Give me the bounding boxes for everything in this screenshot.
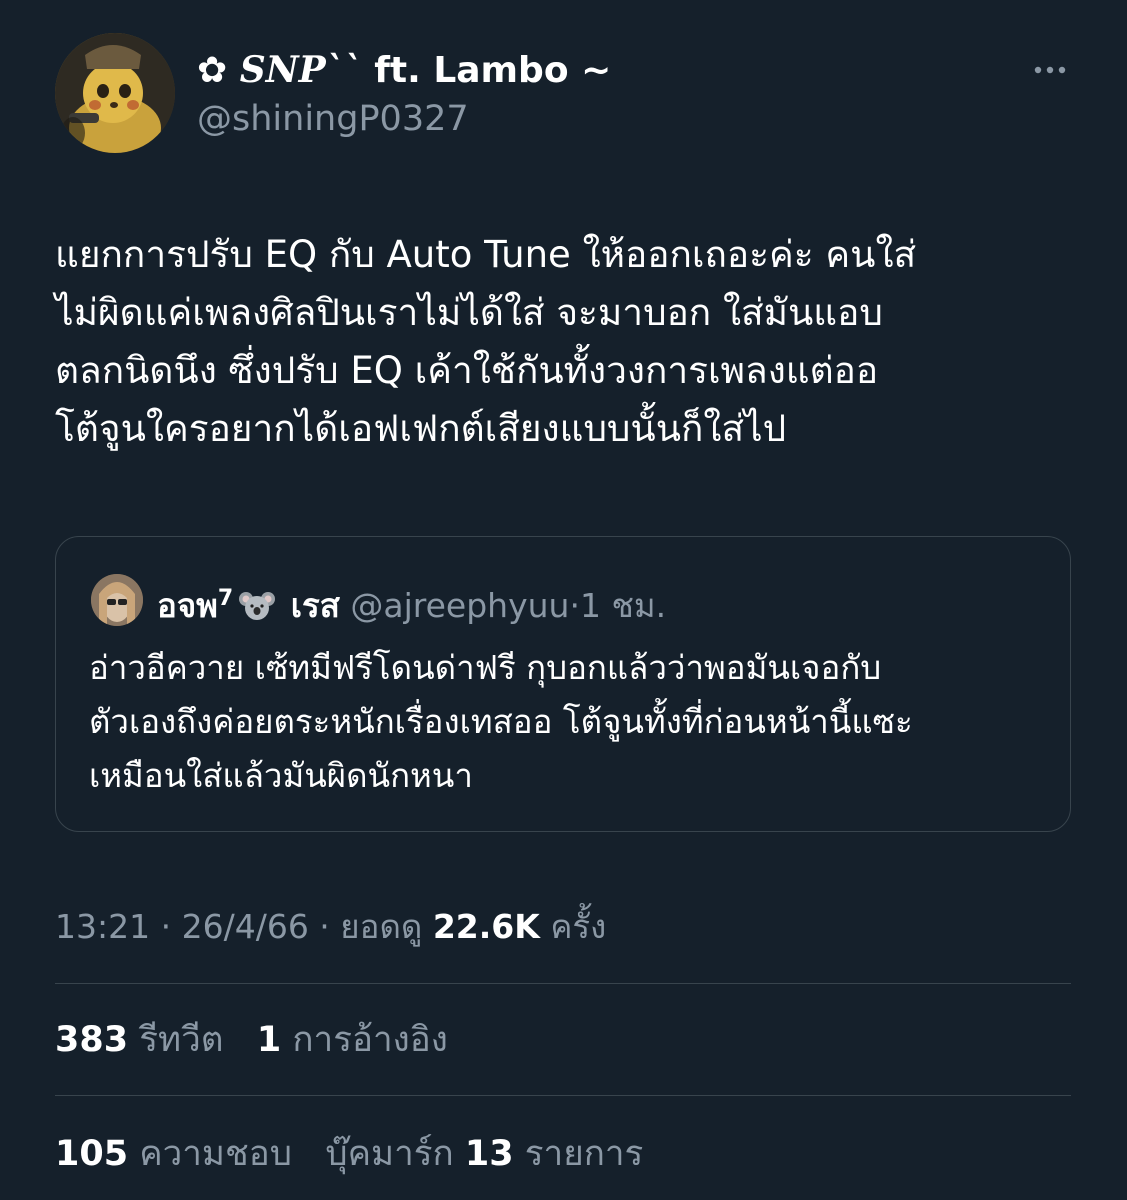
quote-author-name-superscript: 7 — [217, 586, 234, 611]
tweet-time[interactable]: 13:21 — [55, 907, 150, 946]
quote-text-line: เหมือนใส่แล้วมันผิดนักหนา — [89, 756, 473, 795]
quote-header: อจพ7 เรส @ajreephyuu·1 ชม. — [157, 577, 666, 628]
views-suffix: ครั้ง — [550, 907, 607, 946]
quote-timestamp[interactable]: 1 ชม. — [580, 586, 666, 625]
retweets-count: 383 — [55, 1020, 129, 1060]
quotes-stat[interactable]: 1 การอ้างอิง — [257, 1018, 448, 1062]
quote-text-line: ตัวเองถึงค่อยตระหนักเรื่องเทสออ โต้จูนทั… — [89, 702, 913, 741]
tweet-text-line: โต้จูนใครอยากได้เอฟเฟกต์เสียงแบบนั้นก็ใส… — [55, 407, 787, 450]
bookmarks-label: บุ๊คมาร์ก — [325, 1134, 454, 1174]
bookmarks-stat[interactable]: บุ๊คมาร์ก 13 รายการ — [325, 1132, 643, 1176]
tweet-detail: ✿ SNP`` ft. Lambo ~ @shiningP0327 แยกการ… — [0, 0, 1127, 1200]
bookmarks-suffix: รายการ — [524, 1134, 644, 1174]
retweets-stat[interactable]: 383 รีทวีต — [55, 1018, 223, 1062]
views-label: ยอดดู — [340, 907, 423, 946]
tweet-text-line: ตลกนิดนึง ซึ่งปรับ EQ เค้าใช้กันทั้งวงกา… — [55, 349, 879, 392]
tweet-text-line: แยกการปรับ EQ กับ Auto Tune ให้ออกเถอะค่… — [55, 233, 917, 276]
tweet-date[interactable]: 26/4/66 — [182, 907, 309, 946]
likes-count: 105 — [55, 1134, 129, 1174]
quotes-count: 1 — [256, 1020, 282, 1060]
display-name-flower-symbol: ✿ — [197, 50, 228, 91]
quote-author-handle[interactable]: @ajreephyuu — [350, 586, 569, 625]
display-name-styled-text: SNP`` — [239, 49, 362, 91]
quote-separator: · — [569, 586, 580, 625]
tweet-meta: 13:21 · 26/4/66 · ยอดดู 22.6K ครั้ง — [55, 905, 606, 949]
author-display-name[interactable]: ✿ SNP`` ft. Lambo ~ — [197, 48, 611, 93]
tweet-text-line: ไม่ผิดแค่เพลงศิลปินเราไม่ได้ใส่ จะมาบอก … — [55, 291, 883, 334]
quote-author-name-text: อจพ — [157, 586, 218, 625]
author-avatar-image — [55, 33, 175, 153]
divider — [55, 983, 1071, 984]
quoted-tweet[interactable]: อจพ7 เรส @ajreephyuu·1 ชม. อ่าวอีควาย เซ… — [55, 536, 1071, 832]
likes-stat[interactable]: 105 ความชอบ — [55, 1132, 292, 1176]
meta-separator: · — [308, 907, 341, 946]
likes-label: ความชอบ — [139, 1134, 292, 1174]
quote-avatar-image — [91, 574, 143, 626]
bookmarks-count: 13 — [464, 1134, 514, 1174]
more-horizontal-icon[interactable] — [1030, 58, 1070, 82]
stats-row-likes: 105 ความชอบ บุ๊คมาร์ก 13 รายการ — [55, 1132, 643, 1176]
retweets-label: รีทวีต — [139, 1020, 224, 1060]
tweet-text: แยกการปรับ EQ กับ Auto Tune ให้ออกเถอะค่… — [55, 226, 1075, 458]
quote-author-name-suffix: เรส — [290, 586, 340, 625]
quotes-label: การอ้างอิง — [292, 1020, 448, 1060]
koala-emoji-icon — [239, 590, 276, 622]
quote-author-name[interactable]: อจพ7 เรส — [157, 586, 340, 625]
quote-author-avatar[interactable] — [91, 574, 143, 626]
stats-row-retweets: 383 รีทวีต 1 การอ้างอิง — [55, 1018, 448, 1062]
views-count: 22.6K — [432, 907, 540, 946]
author-handle[interactable]: @shiningP0327 — [197, 97, 469, 141]
display-name-rest: ft. Lambo ~ — [361, 50, 612, 91]
quote-text: อ่าวอีควาย เซ้ทมีฟรีโดนด่าฟรี กุบอกแล้วว… — [89, 641, 1049, 803]
meta-separator: · — [150, 907, 182, 946]
author-avatar[interactable] — [55, 33, 175, 153]
divider — [55, 1095, 1071, 1096]
quote-text-line: อ่าวอีควาย เซ้ทมีฟรีโดนด่าฟรี กุบอกแล้วว… — [89, 648, 882, 687]
